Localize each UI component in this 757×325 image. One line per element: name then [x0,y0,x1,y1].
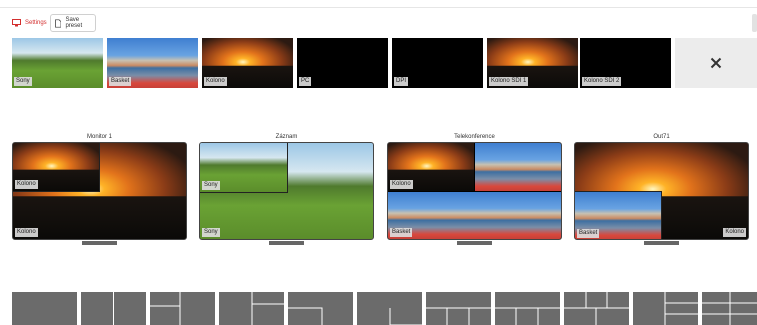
resize-handle[interactable] [82,241,117,245]
scene-layout-8[interactable] [495,292,560,325]
window-label: Kolono [390,180,413,189]
output-title: Monitor 1 [86,134,112,140]
main-label: Kolono [15,228,38,237]
scene-layout-6[interactable] [357,292,422,325]
output-title: Out71 [653,134,670,140]
source-label: PC [299,77,312,86]
save-preset-button[interactable]: Save preset [50,14,96,32]
scene-layout-4[interactable] [219,292,284,325]
right-window [475,143,561,191]
output-title: Telekonference [454,134,495,140]
close-button[interactable] [675,38,757,88]
top-divider [0,7,757,8]
file-icon [55,18,62,28]
left-window: Kolono [388,143,474,191]
source-tile-dpi[interactable]: DPI [392,38,483,88]
scene-layout-5[interactable] [288,292,353,325]
main-label: Sony [202,228,220,237]
scene-layout-2[interactable] [81,292,146,325]
scene-layout-7[interactable] [426,292,491,325]
resize-handle[interactable] [269,241,304,245]
pip-window: Basket [575,191,662,239]
scene-layout-1[interactable] [12,292,77,325]
source-tile-kolono-sdi-1[interactable]: Kolono SDI 1 [487,38,578,88]
output-preview-zaznam[interactable]: Sony Sony [199,142,374,240]
output-title: Záznam [275,134,298,140]
source-label: Basket [109,77,132,86]
source-label: Sony [14,77,32,86]
scrollbar-handle[interactable] [752,14,757,32]
source-tile-kolono-sdi-2[interactable]: Kolono SDI 2 [580,38,671,88]
window-label: Basket [390,228,413,237]
source-label: Kolono SDI 1 [489,77,529,86]
bottom-window: Basket [388,192,561,239]
source-label: Kolono SDI 2 [582,77,622,86]
pip-label: Basket [577,229,600,238]
pip-window: Sony [200,143,288,193]
source-tile-sony[interactable]: Sony [12,38,103,88]
source-label: DPI [394,77,409,86]
resize-handle[interactable] [457,241,492,245]
source-tile-basket[interactable]: Basket [107,38,198,88]
scene-layout-11[interactable] [702,292,757,325]
scene-layout-3[interactable] [150,292,215,325]
settings-button[interactable]: Settings [8,14,48,32]
save-preset-label: Save preset [65,17,83,29]
output-preview-monitor-1[interactable]: Kolono Kolono [12,142,187,240]
source-tile-kolono[interactable]: Kolono [202,38,293,88]
resize-handle[interactable] [644,241,679,245]
source-label: Kolono [204,77,227,86]
pip-window: Kolono [13,143,100,192]
scene-layout-10[interactable] [633,292,698,325]
monitor-icon [12,19,21,27]
close-icon [710,57,722,69]
main-label: Kolono [723,228,746,237]
settings-label: Settings [25,20,47,26]
output-preview-out71[interactable]: Basket Kolono [574,142,749,240]
scene-layout-9[interactable] [564,292,629,325]
source-tile-pc[interactable]: PC [297,38,388,88]
pip-label: Kolono [15,180,38,189]
pip-label: Sony [202,181,220,190]
output-preview-telekonference[interactable]: Kolono Basket [387,142,562,240]
